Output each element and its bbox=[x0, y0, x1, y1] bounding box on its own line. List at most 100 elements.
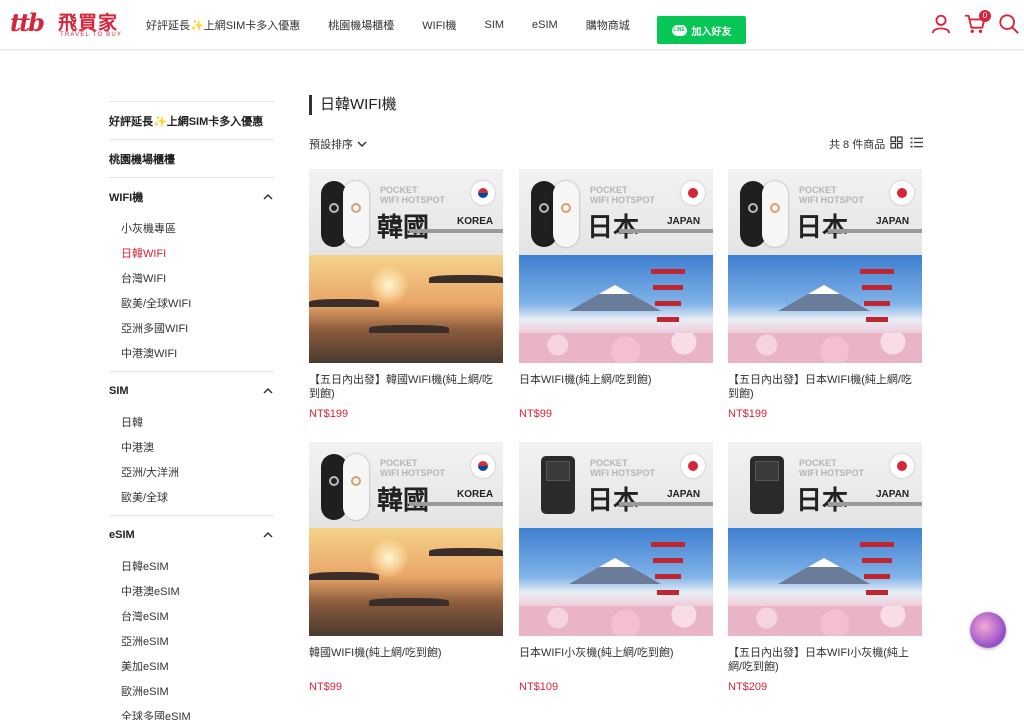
japan-scene-image bbox=[728, 528, 922, 636]
search-icon[interactable] bbox=[998, 13, 1020, 35]
site-logo[interactable]: ttb 飛買家 TRAVEL TO BUY bbox=[10, 6, 123, 42]
page-title: 日韓WIFI機 bbox=[309, 95, 397, 115]
cart-count-badge: 0 bbox=[979, 10, 991, 22]
chevron-down-icon bbox=[357, 141, 367, 148]
product-count: 共 8 件商品 bbox=[829, 139, 886, 151]
sidebar-category[interactable]: 桃園機場櫃檯 bbox=[109, 139, 274, 177]
product-card[interactable]: POCKET WIFI HOTSPOT 韓國 KOREA 韓國WIFI機(純上網/吃到飽… bbox=[309, 442, 503, 693]
japan-scene-image bbox=[519, 255, 713, 363]
product-image[interactable]: POCKET WIFI HOTSPOT 韓國 KOREA bbox=[309, 169, 503, 363]
product-country-en: JAPAN bbox=[876, 489, 910, 500]
logo-mark: ttb bbox=[10, 8, 45, 37]
router-device bbox=[541, 456, 575, 514]
logo-name-cn: 飛買家 bbox=[58, 13, 119, 34]
product-country-cn: 日本 bbox=[796, 485, 849, 515]
sidebar-category[interactable]: 好評延長✨上網SIM卡多入優惠 bbox=[109, 101, 274, 139]
product-image[interactable]: POCKET WIFI HOTSPOT 韓國 KOREA bbox=[309, 442, 503, 636]
sidebar-category[interactable]: eSIM bbox=[109, 515, 274, 553]
product-price: NT$99 bbox=[309, 681, 343, 693]
korea-scene-image bbox=[309, 255, 503, 363]
nav-item-shop[interactable]: 購物商城 bbox=[586, 17, 630, 33]
pocket-wifi-device-white bbox=[762, 181, 788, 247]
product-image[interactable]: POCKET WIFI HOTSPOT 日本 JAPAN bbox=[728, 442, 922, 636]
korea-flag-icon bbox=[471, 454, 495, 478]
product-image[interactable]: POCKET WIFI HOTSPOT 日本 JAPAN bbox=[519, 442, 713, 636]
sidebar-subitem[interactable]: 中港澳 bbox=[109, 434, 274, 459]
site-header: ttb 飛買家 TRAVEL TO BUY 好評延長✨上網SIM卡多入優惠 桃園… bbox=[0, 0, 1024, 50]
category-sidebar: 好評延長✨上網SIM卡多入優惠 桃園機場櫃檯 WIFI機 小灰機專區 日韓WIFI 台灣W… bbox=[109, 101, 274, 720]
product-price: NT$199 bbox=[728, 408, 768, 420]
chevron-up-icon[interactable] bbox=[262, 529, 274, 541]
product-name[interactable]: 【五日內出發】日本WIFI機(純上網/吃到飽) bbox=[728, 373, 922, 401]
sidebar-category-label: 桃園機場櫃檯 bbox=[109, 153, 175, 166]
japan-scene-image bbox=[728, 255, 922, 363]
product-price: NT$109 bbox=[519, 681, 559, 693]
product-name[interactable]: 【五日內出發】韓國WIFI機(純上網/吃到飽) bbox=[309, 373, 503, 401]
sidebar-subitem[interactable]: 日韓 bbox=[109, 409, 274, 434]
sidebar-subitem[interactable]: 歐洲eSIM bbox=[109, 678, 274, 703]
sort-dropdown[interactable]: 預設排序 bbox=[309, 136, 368, 152]
sidebar-subitem[interactable]: 中港澳WIFI bbox=[109, 340, 274, 365]
pocket-wifi-device-white bbox=[343, 181, 369, 247]
product-card[interactable]: POCKET WIFI HOTSPOT 日本 JAPAN 日本WIFI小灰機(純上網/吃… bbox=[519, 442, 713, 693]
nav-item-airport-counter[interactable]: 桃園機場櫃檯 bbox=[328, 17, 394, 33]
product-image[interactable]: POCKET WIFI HOTSPOT 日本 JAPAN bbox=[728, 169, 922, 363]
sidebar-subitem[interactable]: 日韓WIFI bbox=[109, 240, 274, 265]
product-country-cn: 韓國 bbox=[377, 485, 430, 515]
product-country-en: KOREA bbox=[457, 489, 494, 500]
product-price: NT$99 bbox=[519, 408, 553, 420]
sidebar-category[interactable]: SIM bbox=[109, 371, 274, 409]
list-view-icon[interactable] bbox=[910, 136, 923, 149]
korea-scene-image bbox=[309, 528, 503, 636]
japan-flag-icon bbox=[890, 454, 914, 478]
logo-name-en: TRAVEL TO BUY bbox=[60, 32, 123, 38]
nav-item-sim-promo[interactable]: 好評延長✨上網SIM卡多入優惠 bbox=[146, 17, 300, 33]
product-card[interactable]: POCKET WIFI HOTSPOT 日本 JAPAN 【五日內出發】日本WIFI小灰… bbox=[728, 442, 922, 693]
product-image[interactable]: POCKET WIFI HOTSPOT 日本 JAPAN bbox=[519, 169, 713, 363]
product-name[interactable]: 【五日內出發】日本WIFI小灰機(純上網/吃到飽) bbox=[728, 646, 922, 674]
sidebar-subitem[interactable]: 台灣eSIM bbox=[109, 603, 274, 628]
sort-label: 預設排序 bbox=[309, 139, 353, 151]
product-price: NT$199 bbox=[309, 408, 349, 420]
sidebar-subitem[interactable]: 日韓eSIM bbox=[109, 553, 274, 578]
product-name[interactable]: 日本WIFI小灰機(純上網/吃到飽) bbox=[519, 646, 713, 674]
product-country-cn: 日本 bbox=[587, 212, 640, 242]
line-add-friend-button[interactable]: LINE 加入好友 bbox=[657, 16, 746, 44]
product-card[interactable]: POCKET WIFI HOTSPOT 日本 JAPAN 日本WIFI機(純上網/吃到飽… bbox=[519, 169, 713, 420]
sidebar-subitem[interactable]: 台灣WIFI bbox=[109, 265, 274, 290]
korea-flag-icon bbox=[471, 181, 495, 205]
product-country-en: JAPAN bbox=[667, 216, 701, 227]
japan-flag-icon bbox=[681, 454, 705, 478]
product-name[interactable]: 日本WIFI機(純上網/吃到飽) bbox=[519, 373, 713, 401]
router-device bbox=[750, 456, 784, 514]
chevron-up-icon[interactable] bbox=[262, 385, 274, 397]
chevron-up-icon[interactable] bbox=[262, 191, 274, 203]
sidebar-category-label: SIM bbox=[109, 384, 129, 397]
product-country-en: JAPAN bbox=[876, 216, 910, 227]
grid-view-icon[interactable] bbox=[890, 136, 903, 149]
nav-item-esim[interactable]: eSIM bbox=[532, 19, 558, 31]
product-tag-text: POCKET WIFI HOTSPOT bbox=[799, 458, 864, 478]
pocket-wifi-device-white bbox=[553, 181, 579, 247]
sidebar-subitem[interactable]: 全球多國eSIM bbox=[109, 703, 274, 720]
product-country-en: JAPAN bbox=[667, 489, 701, 500]
nav-item-sim[interactable]: SIM bbox=[484, 19, 504, 31]
sidebar-subitem[interactable]: 亞洲/大洋洲 bbox=[109, 459, 274, 484]
nav-item-wifi[interactable]: WIFI機 bbox=[422, 17, 456, 33]
sidebar-category[interactable]: WIFI機 bbox=[109, 177, 274, 215]
sidebar-subitem[interactable]: 小灰機專區 bbox=[109, 215, 274, 240]
sidebar-subitem[interactable]: 中港澳eSIM bbox=[109, 578, 274, 603]
sidebar-subitem[interactable]: 歐美/全球 bbox=[109, 484, 274, 509]
japan-flag-icon bbox=[681, 181, 705, 205]
line-icon: LINE bbox=[671, 24, 687, 36]
sidebar-subitem[interactable]: 亞洲多國WIFI bbox=[109, 315, 274, 340]
product-card[interactable]: POCKET WIFI HOTSPOT 日本 JAPAN 【五日內出發】日本WIFI機(… bbox=[728, 169, 922, 420]
sidebar-category-label: 好評延長✨上網SIM卡多入優惠 bbox=[109, 115, 264, 128]
sidebar-subitem[interactable]: 美加eSIM bbox=[109, 653, 274, 678]
user-icon[interactable] bbox=[930, 13, 952, 35]
product-name[interactable]: 韓國WIFI機(純上網/吃到飽) bbox=[309, 646, 503, 674]
sidebar-subitem[interactable]: 亞洲eSIM bbox=[109, 628, 274, 653]
floating-promo-badge[interactable] bbox=[970, 612, 1006, 648]
product-card[interactable]: POCKET WIFI HOTSPOT 韓國 KOREA 【五日內出發】韓國WIFI機(… bbox=[309, 169, 503, 420]
sidebar-subitem[interactable]: 歐美/全球WIFI bbox=[109, 290, 274, 315]
